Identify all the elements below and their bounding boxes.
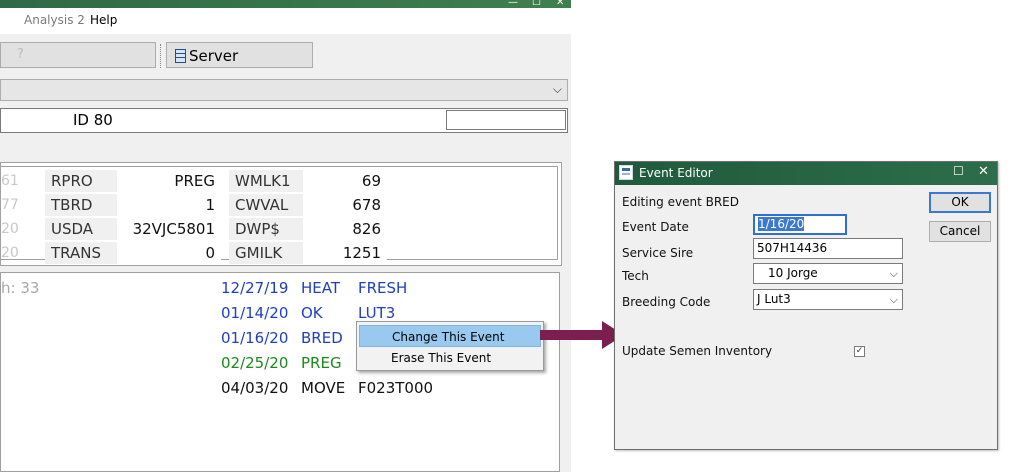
event-editor-dialog: Event Editor ☐ ✕ Editing event BRED Even… <box>614 161 998 450</box>
chevron-down-icon: ⌵ <box>889 293 898 306</box>
menu-item-erase-event[interactable]: Erase This Event <box>359 347 541 369</box>
chevron-down-icon: ⌵ <box>889 267 898 280</box>
menu-bar: Analysis 2 Help <box>0 8 571 34</box>
service-sire-input[interactable]: 507H14436 <box>753 238 903 259</box>
event-detail[interactable]: FRESH <box>358 277 407 299</box>
server-button[interactable]: Server <box>166 42 313 68</box>
stat-value: PREG <box>117 170 221 192</box>
editing-event-label: Editing event BRED <box>622 195 739 209</box>
stat-value: 678 <box>303 194 387 216</box>
stat-label: GMILK <box>229 242 303 264</box>
event-code[interactable]: MOVE <box>301 377 345 399</box>
events-header-fragment: h: 33 <box>1 279 40 297</box>
update-semen-checkbox[interactable]: ✓ <box>854 346 865 357</box>
event-date[interactable]: 02/25/20 <box>221 352 288 374</box>
stat-label: TRANS <box>45 242 117 264</box>
event-date[interactable]: 01/14/20 <box>221 302 288 324</box>
service-sire-label: Service Sire <box>622 246 694 260</box>
tech-label: Tech <box>622 269 649 283</box>
stat-label: WMLK1 <box>229 170 303 192</box>
server-button-label: Server <box>189 47 239 65</box>
event-code[interactable]: PREG <box>301 352 342 374</box>
minimize-icon[interactable]: — <box>508 0 518 8</box>
server-icon <box>175 49 186 63</box>
menu-analysis-2[interactable]: Analysis 2 <box>24 13 85 27</box>
stat-label: DWP$ <box>229 218 303 240</box>
stats-panel: 61 RPRO PREG WMLK1 69 77 TBRD 1 CWVAL 67… <box>0 162 562 266</box>
event-date-label: Event Date <box>622 220 689 234</box>
stats-grid: 61 RPRO PREG WMLK1 69 77 TBRD 1 CWVAL 67… <box>1 166 558 264</box>
breeding-code-label: Breeding Code <box>622 295 711 309</box>
breeding-code-value: J Lut3 <box>757 292 791 306</box>
toolbar: ? Server <box>0 38 571 74</box>
close-icon[interactable]: ✕ <box>978 164 989 179</box>
chevron-down-icon: ⌵ <box>552 82 562 96</box>
stat-value: 69 <box>303 170 387 192</box>
animal-id-label: ID 80 <box>73 111 113 129</box>
stat-value: 1 <box>117 194 221 216</box>
menu-help[interactable]: Help <box>90 13 117 27</box>
animal-id-input[interactable] <box>446 110 566 130</box>
dialog-title-bar: Event Editor ☐ ✕ <box>615 162 997 185</box>
event-code[interactable]: BRED <box>301 327 343 349</box>
animal-id-row: ID 80 <box>0 108 568 133</box>
event-context-menu: Change This Event Erase This Event <box>356 321 544 371</box>
stat-ghost-value: 20 <box>1 245 19 261</box>
stat-value: 0 <box>117 242 221 264</box>
event-code[interactable]: OK <box>301 302 323 324</box>
stat-label: TBRD <box>45 194 117 216</box>
close-icon[interactable]: ✕ <box>556 0 564 8</box>
breeding-code-select[interactable]: J Lut3 ⌵ <box>753 289 903 310</box>
stat-ghost-value: 20 <box>1 221 19 237</box>
dialog-title: Event Editor <box>639 166 713 180</box>
main-title-bar: — ☐ ✕ <box>0 0 571 8</box>
ok-button[interactable]: OK <box>929 192 991 213</box>
stat-value: 32VJC5801 <box>117 218 221 240</box>
toolbar-button-left[interactable]: ? <box>0 42 156 68</box>
event-date[interactable]: 12/27/19 <box>221 277 288 299</box>
main-window: — ☐ ✕ Analysis 2 Help ? Server ⌵ ID 80 6 <box>0 0 571 472</box>
event-date-value: 1/16/20 <box>758 217 805 231</box>
events-panel: h: 33 12/27/19 HEAT FRESH 01/14/20 OK LU… <box>0 272 560 472</box>
maximize-icon[interactable]: ☐ <box>953 164 964 178</box>
toolbar-separator <box>160 44 163 68</box>
stat-value: 1251 <box>303 242 387 264</box>
stat-value: 826 <box>303 218 387 240</box>
maximize-icon[interactable]: ☐ <box>532 0 541 8</box>
stat-label: CWVAL <box>229 194 303 216</box>
event-code[interactable]: HEAT <box>301 277 340 299</box>
event-date-input[interactable]: 1/16/20 <box>753 214 847 235</box>
help-icon: ? <box>17 47 24 62</box>
app-icon <box>619 165 633 180</box>
event-date[interactable]: 01/16/20 <box>221 327 288 349</box>
menu-item-change-event[interactable]: Change This Event <box>359 325 541 347</box>
event-date[interactable]: 04/03/20 <box>221 377 288 399</box>
stat-label: USDA <box>45 218 117 240</box>
event-detail[interactable]: F023T000 <box>358 377 433 399</box>
update-semen-label: Update Semen Inventory <box>622 344 773 358</box>
tech-select[interactable]: 10 Jorge ⌵ <box>753 263 903 284</box>
animal-selector-combo[interactable]: ⌵ <box>0 79 568 101</box>
stat-label: RPRO <box>45 170 117 192</box>
tech-value: 10 Jorge <box>768 266 818 280</box>
cancel-button[interactable]: Cancel <box>929 221 991 242</box>
stat-ghost-value: 77 <box>1 197 19 213</box>
stat-ghost-value: 61 <box>1 173 19 189</box>
